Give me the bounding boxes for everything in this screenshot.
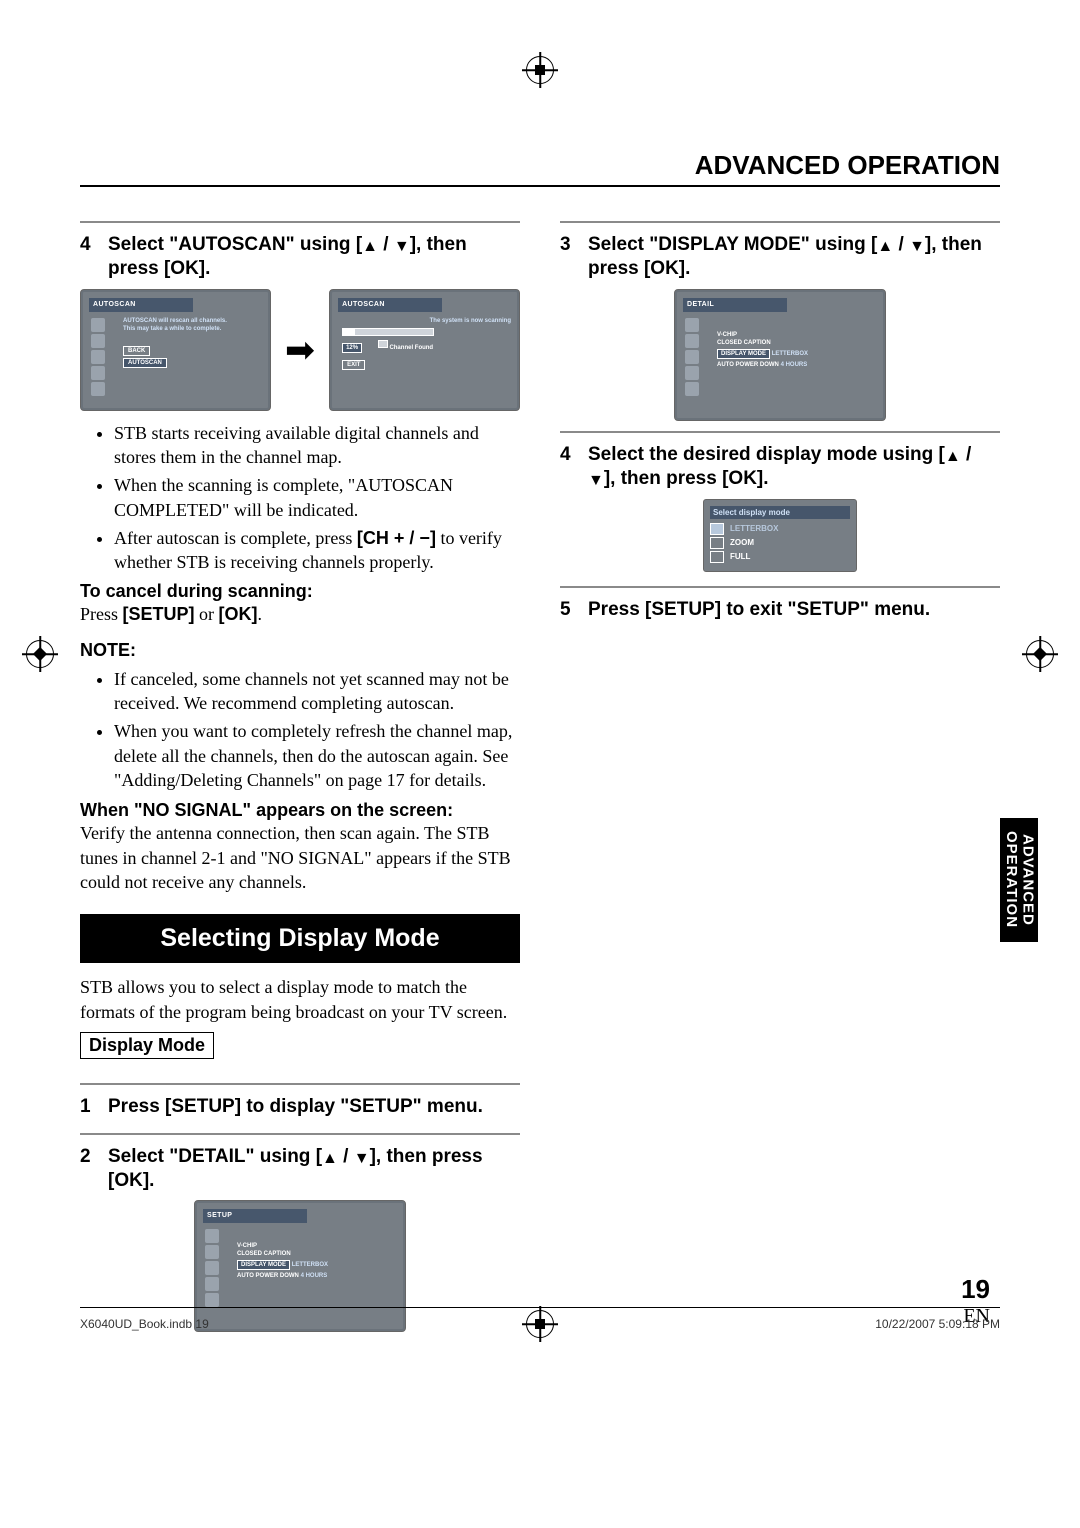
registration-mark-icon — [526, 1310, 554, 1338]
autoscan-notes: STB starts receiving available digital c… — [114, 421, 520, 575]
left-step-1: 1 Press [SETUP] to display "SETUP" menu. — [80, 1095, 520, 1119]
tv-autoscan-confirm: AUTOSCAN AUTOSCAN will rescan all channe… — [80, 289, 271, 411]
right-column: 3 Select "DISPLAY MODE" using [▲ / ▼], t… — [560, 215, 1000, 1342]
nosignal-heading: When "NO SIGNAL" appears on the screen: — [80, 800, 520, 821]
left-column: 4 Select "AUTOSCAN" using [▲ / ▼], then … — [80, 215, 520, 1342]
banner-intro: STB allows you to select a display mode … — [80, 975, 520, 1024]
right-step-4: 4 Select the desired display mode using … — [560, 443, 1000, 491]
tv-setup-menu: SETUP V-CHIP CLOSED CAPTION DISPLAY MODE… — [194, 1200, 406, 1332]
chapter-title: ADVANCED OPERATION — [80, 150, 1000, 187]
section-banner: Selecting Display Mode — [80, 914, 520, 963]
right-step-5: 5 Press [SETUP] to exit "SETUP" menu. — [560, 598, 1000, 622]
down-icon: ▼ — [588, 472, 604, 489]
tv-detail-menu: DETAIL V-CHIP CLOSED CAPTION DISPLAY MOD… — [674, 289, 886, 421]
up-icon: ▲ — [945, 448, 961, 465]
up-icon: ▲ — [322, 1150, 338, 1167]
option-letterbox: LETTERBOX — [710, 523, 850, 535]
nosignal-body: Verify the antenna connection, then scan… — [80, 821, 520, 894]
registration-mark-icon — [1026, 640, 1054, 668]
note-list: If canceled, some channels not yet scann… — [114, 667, 520, 792]
up-icon: ▲ — [877, 238, 893, 255]
option-zoom: ZOOM — [710, 537, 850, 549]
registration-mark-icon — [526, 56, 554, 84]
display-mode-popup: Select display mode LETTERBOX ZOOM FULL — [703, 499, 857, 572]
up-icon: ▲ — [362, 238, 378, 255]
down-icon: ▼ — [909, 238, 925, 255]
down-icon: ▼ — [354, 1150, 370, 1167]
note-heading: NOTE: — [80, 640, 520, 661]
right-step-3: 3 Select "DISPLAY MODE" using [▲ / ▼], t… — [560, 233, 1000, 281]
arrow-right-icon: ➡ — [285, 329, 315, 371]
side-tab: ADVANCED OPERATION — [1000, 818, 1038, 942]
down-icon: ▼ — [394, 238, 410, 255]
display-mode-box: Display Mode — [80, 1032, 214, 1059]
autoscan-screens: AUTOSCAN AUTOSCAN will rescan all channe… — [80, 289, 520, 411]
left-step-4: 4 Select "AUTOSCAN" using [▲ / ▼], then … — [80, 233, 520, 281]
option-full: FULL — [710, 551, 850, 563]
cancel-heading: To cancel during scanning: — [80, 581, 520, 602]
registration-mark-icon — [26, 640, 54, 668]
left-step-2: 2 Select "DETAIL" using [▲ / ▼], then pr… — [80, 1145, 520, 1193]
cancel-body: Press [SETUP] or [OK]. — [80, 602, 520, 626]
tv-autoscan-progress: AUTOSCAN The system is now scanning 12% … — [329, 289, 520, 411]
